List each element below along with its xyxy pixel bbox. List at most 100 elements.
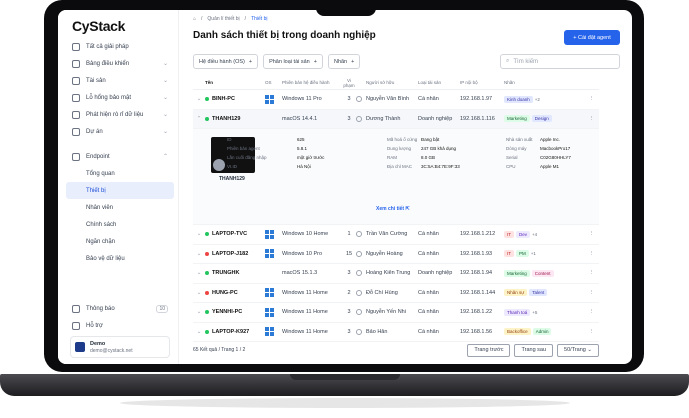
device-name[interactable]: LAPTOP-TVC — [212, 231, 247, 237]
page-size-select[interactable]: 50/Trang ⌄ — [557, 343, 599, 357]
device-name[interactable]: HUNG-PC — [212, 290, 238, 296]
sidebar-subitem[interactable]: Ngăn chặn — [66, 233, 174, 250]
detail-key: CPU — [506, 164, 516, 169]
sidebar-subitem-label: Chính sách — [86, 221, 117, 228]
sidebar-subitem[interactable]: Nhân viên — [66, 199, 174, 216]
sidebar-item[interactable]: Lỗ hổng bảo mật ⌄ — [66, 89, 174, 106]
row-menu-icon[interactable]: ⋮ — [584, 309, 599, 315]
help-icon — [72, 321, 80, 330]
expand-chevron-icon[interactable]: ⌄ — [193, 290, 205, 296]
device-name-cell: TRUNGHK — [205, 270, 265, 276]
clock-icon[interactable] — [356, 309, 362, 316]
status-dot — [205, 232, 209, 237]
table-row[interactable]: ⌄ LAPTOP-TVC Windows 10 Home 1 Trần Văn Cườn… — [193, 225, 599, 245]
row-menu-icon[interactable]: ⋮ — [584, 251, 599, 257]
clock-icon[interactable] — [356, 115, 362, 122]
prev-page-button[interactable]: Trang trước — [467, 343, 511, 357]
device-name[interactable]: TRUNGHK — [212, 270, 240, 276]
device-name-cell: LAPTOP-TVC — [205, 231, 265, 237]
clock-icon[interactable] — [356, 289, 362, 296]
table-row[interactable]: ⌃ THANH129 macOS 14.4.1 3 Dương Thành Doanh n… — [193, 109, 599, 129]
tag-badge: Nhân sự — [504, 289, 528, 297]
detail-line: Serial C02G80HHLY7 — [506, 153, 571, 162]
filter-label-button[interactable]: Nhãn + — [327, 54, 361, 69]
expand-chevron-icon[interactable]: ⌄ — [193, 270, 205, 276]
clock-icon[interactable] — [356, 231, 362, 238]
clock-icon[interactable] — [356, 270, 362, 277]
sidebar-subitem[interactable]: Chính sách — [66, 216, 174, 233]
table-row[interactable]: ⌄ BINH-PC Windows 11 Pro 3 Nguyễn Văn Bình Cá… — [193, 90, 599, 110]
status-dot — [205, 116, 209, 121]
search-icon: ⌕ — [506, 58, 510, 64]
sidebar-subitem[interactable]: Bảo vệ dữ liệu — [66, 250, 174, 267]
table-row[interactable]: ⌄ YENNHI-PC Windows 11 Home 3 Nguyễn Yến Nhi… — [193, 303, 599, 323]
device-name[interactable]: LAPTOP-J182 — [212, 251, 248, 257]
sidebar-item-label: Endpoint — [86, 153, 110, 160]
next-page-button[interactable]: Trang sau — [514, 343, 554, 357]
asset-type: Cá nhân — [418, 231, 439, 238]
detail-column: ID 625 Phiên bản agent 5.8.1 Lần cuối đăng n… — [227, 135, 324, 171]
view-details-link[interactable]: Xem chi tiết ⇱ — [376, 206, 410, 212]
row-menu-icon[interactable]: ⋮ — [584, 329, 599, 335]
row-menu-icon[interactable]: ⋮ — [584, 231, 599, 237]
windows-icon — [265, 288, 274, 298]
more-tags-count: +5 — [532, 309, 538, 315]
search-input[interactable]: ⌕ Tìm kiếm — [500, 54, 620, 69]
sidebar-subitem[interactable]: Tổng quan — [66, 165, 174, 182]
breadcrumb-current: Thiết bị — [251, 16, 268, 22]
device-name[interactable]: BINH-PC — [212, 96, 235, 102]
status-dot — [205, 310, 209, 315]
sidebar-item[interactable]: Tất cả giải pháp — [66, 38, 174, 55]
detail-key: Dòng máy — [506, 146, 527, 151]
sidebar-item[interactable]: Bảng điều khiển ⌄ — [66, 55, 174, 72]
row-menu-icon[interactable]: ⋮ — [584, 116, 599, 122]
violation-count: 3 — [347, 309, 351, 316]
owner: Đỗ Chí Hùng — [366, 289, 398, 296]
filter-os-button[interactable]: Hệ điều hành (OS) + — [193, 54, 259, 69]
user-card[interactable]: Demo demo@cystack.net — [70, 336, 170, 358]
windows-icon — [265, 229, 274, 239]
sidebar-item[interactable]: Dự án ⌄ — [66, 123, 174, 140]
sidebar-item[interactable]: Tài sản ⌄ — [66, 72, 174, 89]
os-version: Windows 11 Home — [282, 309, 328, 316]
expand-chevron-icon[interactable]: ⌄ — [193, 96, 205, 102]
expand-chevron-icon[interactable]: ⌃ — [193, 116, 205, 122]
filter-os-label: Hệ điều hành (OS) — [199, 58, 245, 65]
home-icon[interactable]: ⌂ — [193, 16, 196, 22]
row-menu-icon[interactable]: ⋮ — [584, 96, 599, 102]
sidebar-item[interactable]: Phát hiện rò rỉ dữ liệu ⌄ — [66, 106, 174, 123]
row-menu-icon[interactable]: ⋮ — [584, 290, 599, 296]
table-row[interactable]: ⌄ TRUNGHK macOS 15.1.3 3 Hoàng Kiên Trung Doa… — [193, 264, 599, 284]
install-agent-button[interactable]: + Cài đặt agent — [564, 30, 620, 45]
laptop-lip — [290, 374, 400, 380]
sidebar-help[interactable]: Hỗ trợ — [66, 317, 174, 334]
history-cell — [356, 270, 366, 277]
detail-value: 625 — [297, 137, 305, 142]
clock-icon[interactable] — [356, 250, 362, 257]
os-version: Windows 10 Pro — [282, 250, 323, 257]
expand-chevron-icon[interactable]: ⌄ — [193, 231, 205, 237]
expand-chevron-icon[interactable]: ⌄ — [193, 329, 205, 335]
table-row[interactable]: ⌄ HUNG-PC Windows 11 Home 2 Đỗ Chí Hùng Cá nh… — [193, 284, 599, 303]
detail-line: Dung lượng 247 GB khả dụng — [387, 144, 460, 153]
filter-asset-button[interactable]: Phân loại tài sản + — [263, 54, 323, 69]
windows-icon — [265, 327, 274, 337]
breadcrumb-parent[interactable]: Quản lí thiết bị — [207, 16, 239, 22]
detail-key: Serial — [506, 155, 518, 160]
device-name[interactable]: YENNHI-PC — [212, 309, 242, 315]
sidebar-item[interactable]: Endpoint ⌃ — [66, 148, 174, 165]
row-menu-icon[interactable]: ⋮ — [584, 270, 599, 276]
table-row[interactable]: ⌄ LAPTOP-J182 Windows 10 Pro 15 Nguyễn Hoàng… — [193, 245, 599, 264]
clock-icon[interactable] — [356, 328, 362, 335]
sidebar-subitem[interactable]: Thiết bị — [66, 182, 174, 199]
internal-ip: 192.168.1.144 — [460, 289, 496, 296]
clock-icon[interactable] — [356, 96, 362, 103]
plus-icon: + — [313, 58, 317, 65]
expand-chevron-icon[interactable]: ⌄ — [193, 251, 205, 257]
device-name[interactable]: LAPTOP-K927 — [212, 329, 249, 335]
table-row[interactable]: ⌄ LAPTOP-K927 Windows 11 Home 3 Bảo Hân Cá nh… — [193, 323, 599, 342]
sidebar-notifications[interactable]: Thông báo 10 — [66, 300, 174, 317]
device-name[interactable]: THANH129 — [212, 116, 240, 122]
expand-chevron-icon[interactable]: ⌄ — [193, 309, 205, 315]
owner: Dương Thành — [366, 115, 401, 122]
